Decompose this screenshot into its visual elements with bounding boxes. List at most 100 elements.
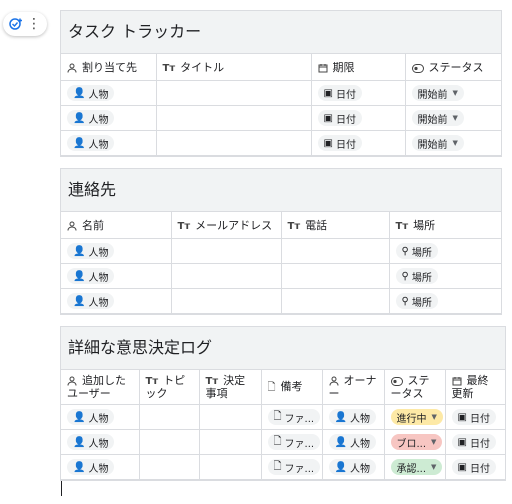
column-header-phone[interactable]: Tт 電話 <box>281 212 390 239</box>
chevron-down-icon: ▼ <box>431 413 437 421</box>
column-header-name[interactable]: 名前 <box>61 212 172 239</box>
calendar-icon <box>318 63 328 74</box>
table-row: 👤 人物 ⚲ 場所 <box>61 288 501 314</box>
title-cell[interactable] <box>156 130 312 156</box>
column-header-status[interactable]: ステータス <box>384 370 446 405</box>
column-header-added-by[interactable]: 追加した ユーザー <box>61 370 140 405</box>
add-task-button[interactable]: ⋮ <box>3 12 47 36</box>
person-chip[interactable]: 👤 人物 <box>67 268 115 284</box>
contacts-table: 連絡先 名前 Tт メールアドレス Tт 電話 Tт 場所 👤 人物 ⚲ 場所 👤 人物 ⚲… <box>60 168 502 315</box>
status-dropdown[interactable]: ブロ... ▼ <box>390 434 443 450</box>
file-chip[interactable]: 🗋 ファ... <box>267 434 321 451</box>
decision-cell[interactable] <box>199 429 262 455</box>
location-pin-icon: ⚲ <box>401 270 409 282</box>
title-cell[interactable] <box>156 80 312 106</box>
person-icon: 👤 <box>73 295 86 307</box>
person-icon: 👤 <box>334 436 347 448</box>
email-cell[interactable] <box>171 238 282 264</box>
status-dropdown[interactable]: 承認... ▼ <box>390 459 443 475</box>
title-cell[interactable] <box>156 105 312 131</box>
column-header-topic[interactable]: Tт トピック <box>139 370 200 405</box>
place-chip[interactable]: ⚲ 場所 <box>395 293 438 309</box>
place-chip[interactable]: ⚲ 場所 <box>395 268 438 284</box>
column-header-updated[interactable]: 最終更新 <box>445 370 505 405</box>
person-icon <box>67 63 77 74</box>
column-header-title[interactable]: Tт タイトル <box>156 54 312 81</box>
date-chip[interactable]: ▣ 日付 <box>451 459 496 475</box>
column-header-place[interactable]: Tт 場所 <box>389 212 501 239</box>
file-chip[interactable]: 🗋 ファ... <box>267 459 321 476</box>
table-row: 👤 人物 🗋 ファ... 👤 人物 進行中 ▼ ▣ 日付 <box>61 404 505 430</box>
phone-cell[interactable] <box>281 238 390 264</box>
email-cell[interactable] <box>171 288 282 314</box>
person-chip[interactable]: 👤 人物 <box>67 409 115 425</box>
task-tracker-table: タスク トラッカー 割り当て先 Tт タイトル 期限 ステータス 👤 人物 ▣ 日付 … <box>60 10 502 157</box>
calendar-icon: ▣ <box>323 112 333 124</box>
person-chip[interactable]: 👤 人物 <box>328 434 376 450</box>
person-chip[interactable]: 👤 人物 <box>67 110 115 126</box>
person-icon: 👤 <box>73 87 86 99</box>
table-row: 👤 人物 🗋 ファ... 👤 人物 承認... ▼ ▣ 日付 <box>61 454 505 480</box>
person-chip[interactable]: 👤 人物 <box>67 135 115 151</box>
column-header-email[interactable]: Tт メールアドレス <box>171 212 282 239</box>
text-icon: Tт <box>177 221 191 232</box>
person-chip[interactable]: 👤 人物 <box>67 434 115 450</box>
person-icon: 👤 <box>73 411 86 423</box>
file-icon: 🗋 <box>273 460 282 472</box>
decision-cell[interactable] <box>199 404 262 430</box>
date-chip[interactable]: ▣ 日付 <box>317 110 362 126</box>
person-chip[interactable]: 👤 人物 <box>67 243 115 259</box>
file-icon: 🗋 <box>273 435 282 447</box>
calendar-icon: ▣ <box>457 461 467 473</box>
person-chip[interactable]: 👤 人物 <box>67 459 115 475</box>
file-icon: 🗋 <box>267 381 276 393</box>
calendar-icon: ▣ <box>457 411 467 423</box>
status-dropdown[interactable]: 進行中 ▼ <box>390 409 443 425</box>
person-chip[interactable]: 👤 人物 <box>67 293 115 309</box>
more-vert-icon[interactable]: ⋮ <box>27 17 41 31</box>
person-icon: 👤 <box>73 112 86 124</box>
file-chip[interactable]: 🗋 ファ... <box>267 409 321 426</box>
topic-cell[interactable] <box>139 429 200 455</box>
column-header-decision[interactable]: Tт 決定事項 <box>199 370 262 405</box>
column-header-due[interactable]: 期限 <box>311 54 406 81</box>
date-chip[interactable]: ▣ 日付 <box>451 409 496 425</box>
topic-cell[interactable] <box>139 454 200 480</box>
text-icon: Tт <box>395 221 409 232</box>
table-row: 👤 人物 ⚲ 場所 <box>61 238 501 264</box>
calendar-icon: ▣ <box>457 436 467 448</box>
status-dropdown[interactable]: 開始前 ▼ <box>411 110 464 126</box>
place-chip[interactable]: ⚲ 場所 <box>395 243 438 259</box>
date-chip[interactable]: ▣ 日付 <box>451 434 496 450</box>
column-header-status[interactable]: ステータス <box>405 54 501 81</box>
decision-cell[interactable] <box>199 454 262 480</box>
person-icon <box>67 221 77 232</box>
table-row: 👤 人物 ▣ 日付 開始前 ▼ <box>61 80 501 106</box>
status-icon <box>411 63 424 74</box>
person-icon: 👤 <box>334 461 347 473</box>
column-header-notes[interactable]: 🗋 備考 <box>261 370 323 405</box>
table-title: タスク トラッカー <box>61 11 501 54</box>
table-title: 連絡先 <box>61 169 501 212</box>
topic-cell[interactable] <box>139 404 200 430</box>
person-chip[interactable]: 👤 人物 <box>328 459 376 475</box>
phone-cell[interactable] <box>281 288 390 314</box>
chevron-down-icon: ▼ <box>452 139 458 147</box>
column-header-owner[interactable]: オーナー <box>322 370 385 405</box>
chevron-down-icon: ▼ <box>452 89 458 97</box>
person-chip[interactable]: 👤 人物 <box>328 409 376 425</box>
column-header-assignee[interactable]: 割り当て先 <box>61 54 157 81</box>
status-dropdown[interactable]: 開始前 ▼ <box>411 135 464 151</box>
decision-log-table: 詳細な意思決定ログ 追加した ユーザー Tт トピック Tт 決定事項 🗋 備考 オー… <box>60 326 506 481</box>
email-cell[interactable] <box>171 263 282 289</box>
person-chip[interactable]: 👤 人物 <box>67 85 115 101</box>
date-chip[interactable]: ▣ 日付 <box>317 135 362 151</box>
chevron-down-icon: ▼ <box>452 114 458 122</box>
date-chip[interactable]: ▣ 日付 <box>317 85 362 101</box>
person-icon: 👤 <box>334 411 347 423</box>
table-row: 👤 人物 ▣ 日付 開始前 ▼ <box>61 130 501 156</box>
location-pin-icon: ⚲ <box>401 245 409 257</box>
phone-cell[interactable] <box>281 263 390 289</box>
table-row: 👤 人物 ▣ 日付 開始前 ▼ <box>61 105 501 131</box>
status-dropdown[interactable]: 開始前 ▼ <box>411 85 464 101</box>
